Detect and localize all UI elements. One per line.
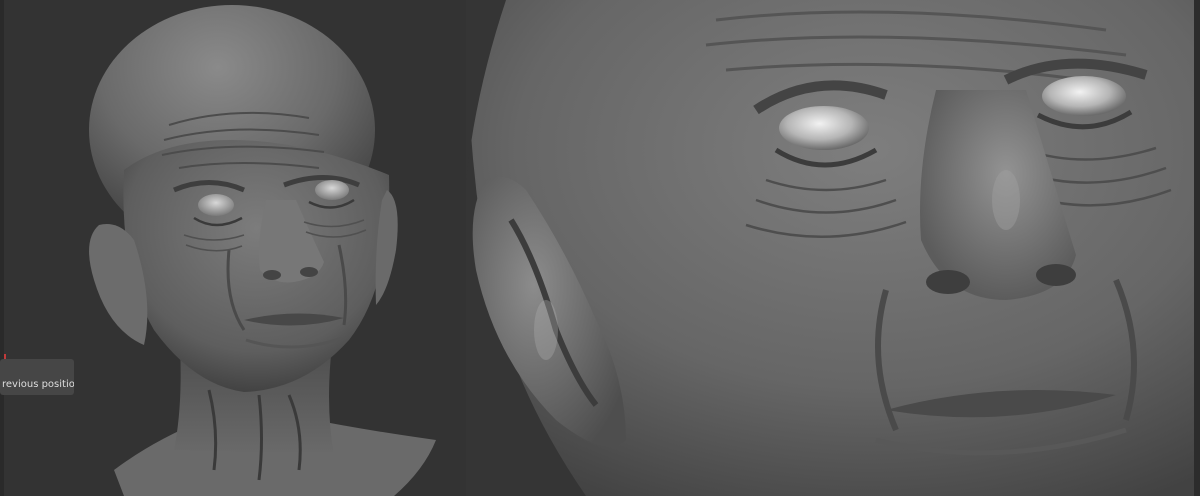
viewport-closeup[interactable] [466, 0, 1200, 496]
left-eye [198, 194, 234, 216]
sculpt-app-window: revious position. [0, 0, 1200, 496]
closeup-left-eye [779, 106, 869, 150]
face [123, 140, 390, 392]
full-head-render [89, 5, 436, 496]
right-eye [315, 180, 349, 200]
right-panel-edge [1194, 0, 1200, 496]
tooltip-text: revious position. [2, 379, 74, 390]
tooltip: revious position. [0, 359, 74, 395]
closeup-head-render [466, 0, 1200, 496]
viewport-full-head[interactable] [4, 0, 466, 496]
closeup-right-eye [1042, 76, 1126, 116]
